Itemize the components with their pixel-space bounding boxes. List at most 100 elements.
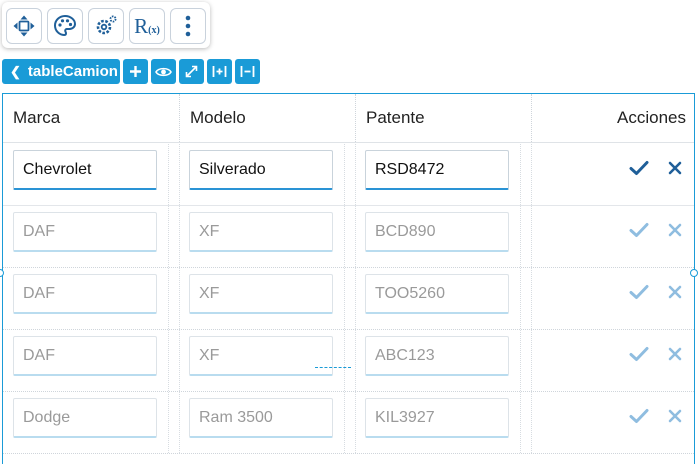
add-row-button[interactable]: [123, 59, 148, 84]
cell-divider: [179, 206, 180, 267]
check-icon: [629, 161, 649, 175]
modelo-field[interactable]: XF: [189, 336, 333, 376]
marca-field[interactable]: Chevrolet: [13, 150, 157, 190]
cell-divider: [355, 392, 356, 453]
confirm-button[interactable]: [629, 406, 649, 426]
cancel-button[interactable]: [665, 158, 685, 178]
expand-button[interactable]: [179, 59, 204, 84]
cell-divider: [168, 268, 169, 329]
table-row: DAF XF ABC123: [3, 330, 694, 392]
add-column-icon: [212, 66, 227, 77]
cell-divider: [531, 268, 532, 329]
confirm-button[interactable]: [629, 220, 649, 240]
expand-icon: [185, 65, 198, 78]
cell-divider: [355, 206, 356, 267]
cancel-button[interactable]: [665, 406, 685, 426]
close-icon: [668, 409, 682, 423]
modelo-field[interactable]: XF: [189, 212, 333, 252]
modelo-field[interactable]: Silverado: [189, 150, 333, 190]
marca-field[interactable]: DAF: [13, 336, 157, 376]
cell-divider: [168, 206, 169, 267]
check-icon: [629, 223, 649, 237]
move-icon: [13, 15, 35, 37]
floating-toolbar: R(x): [2, 2, 210, 48]
close-icon: [668, 347, 682, 361]
rx-button[interactable]: R(x): [129, 8, 165, 44]
column-header-acciones[interactable]: Acciones: [531, 94, 694, 142]
cell-divider: [531, 330, 532, 391]
cell-divider: [520, 144, 521, 205]
modelo-field[interactable]: XF: [189, 274, 333, 314]
cancel-button[interactable]: [665, 344, 685, 364]
cell-divider: [168, 144, 169, 205]
column-header-marca[interactable]: Marca: [3, 94, 168, 142]
patente-field[interactable]: KIL3927: [365, 398, 509, 438]
table-row: Chevrolet Silverado RSD8472: [3, 144, 694, 206]
patente-field[interactable]: RSD8472: [365, 150, 509, 190]
add-column-button[interactable]: [207, 59, 232, 84]
component-name: tableCamion: [27, 63, 118, 80]
patente-field[interactable]: ABC123: [365, 336, 509, 376]
table-row: DAF XF BCD890: [3, 206, 694, 268]
cell-divider: [520, 392, 521, 453]
cell-divider: [179, 330, 180, 391]
check-icon: [629, 347, 649, 361]
close-icon: [668, 161, 682, 175]
close-icon: [668, 285, 682, 299]
column-header-modelo[interactable]: Modelo: [179, 94, 344, 142]
confirm-button[interactable]: [629, 158, 649, 178]
resize-handle-right[interactable]: [690, 269, 698, 277]
cell-divider: [179, 268, 180, 329]
settings-button[interactable]: [88, 8, 124, 44]
cell-divider: [344, 268, 345, 329]
check-icon: [629, 409, 649, 423]
truck-table: Marca Modelo Patente Acciones Chevrolet S…: [2, 93, 695, 464]
move-button[interactable]: [6, 8, 42, 44]
column-header-patente[interactable]: Patente: [355, 94, 520, 142]
cell-divider: [344, 392, 345, 453]
cell-divider: [179, 144, 180, 205]
cell-divider: [179, 392, 180, 453]
settings-icon: [96, 15, 117, 35]
cell-divider: [531, 144, 532, 205]
patente-field[interactable]: BCD890: [365, 212, 509, 252]
cell-divider: [520, 268, 521, 329]
cell-divider: [168, 392, 169, 453]
cancel-button[interactable]: [665, 220, 685, 240]
rx-icon: R(x): [134, 13, 160, 38]
marca-field[interactable]: Dodge: [13, 398, 157, 438]
cell-divider: [355, 268, 356, 329]
preview-button[interactable]: [151, 59, 176, 84]
confirm-button[interactable]: [629, 344, 649, 364]
chevron-left-icon: ❮: [10, 63, 21, 79]
cell-divider: [355, 144, 356, 205]
eye-icon: [155, 67, 172, 76]
drop-indicator: [315, 367, 351, 368]
cell-divider: [531, 206, 532, 267]
cell-divider: [531, 392, 532, 453]
cancel-button[interactable]: [665, 282, 685, 302]
check-icon: [629, 285, 649, 299]
more-vertical-icon: [185, 15, 191, 37]
cell-divider: [344, 206, 345, 267]
cell-divider: [344, 144, 345, 205]
close-icon: [668, 223, 682, 237]
cell-divider: [520, 330, 521, 391]
patente-field[interactable]: TOO5260: [365, 274, 509, 314]
remove-column-button[interactable]: [235, 59, 260, 84]
more-button[interactable]: [170, 8, 206, 44]
palette-icon: [53, 14, 77, 37]
marca-field[interactable]: DAF: [13, 212, 157, 252]
remove-column-icon: [240, 66, 255, 77]
marca-field[interactable]: DAF: [13, 274, 157, 314]
confirm-button[interactable]: [629, 282, 649, 302]
cell-divider: [355, 330, 356, 391]
modelo-field[interactable]: Ram 3500: [189, 398, 333, 438]
style-button[interactable]: [47, 8, 83, 44]
table-row: Dodge Ram 3500 KIL3927: [3, 392, 694, 454]
table-row: DAF XF TOO5260: [3, 268, 694, 330]
cell-divider: [344, 330, 345, 391]
component-name-button[interactable]: ❮ tableCamion: [2, 59, 120, 84]
table-header: Marca Modelo Patente Acciones: [3, 94, 694, 143]
cell-divider: [168, 330, 169, 391]
